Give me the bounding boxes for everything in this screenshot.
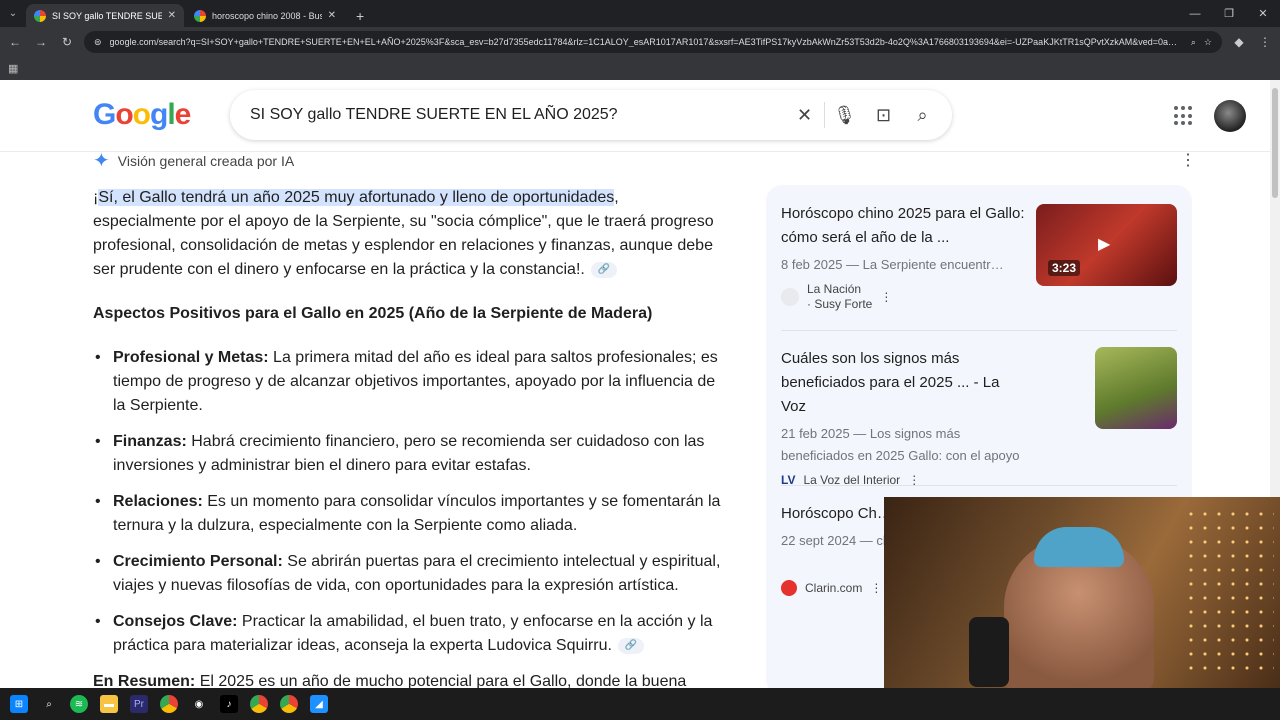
source-snippet: 21 feb 2025 — Los signos más beneficiado… [781,426,1020,463]
article-thumbnail[interactable] [1095,347,1177,429]
apps-grid-icon[interactable]: ▦ [8,62,18,75]
avatar[interactable] [1214,100,1246,132]
link-icon[interactable]: 🔗 [617,637,644,654]
highlighted-answer: Sí, el Gallo tendrá un año 2025 muy afor… [98,189,615,206]
microphone [969,617,1009,687]
forward-icon[interactable]: → [32,35,50,49]
ai-overview-body: ¡Sí, el Gallo tendrá un año 2025 muy afo… [93,186,723,694]
tab-title: SI SOY gallo TENDRE SUERTE E… [52,10,162,21]
tiktok-icon[interactable]: ♪ [220,695,238,713]
list-item: Crecimiento Personal: Se abrirán puertas… [93,550,723,598]
search-icon[interactable]: ⌕ [40,695,58,713]
search-box[interactable]: SI SOY gallo TENDRE SUERTE EN EL AÑO 202… [230,90,952,140]
source-title[interactable]: Cuáles son los signos más beneficiados p… [781,347,1026,419]
close-tab-icon[interactable]: ✕ [328,10,336,21]
site-author: · Susy Forte [807,297,873,311]
item-title: Profesional y Metas: [113,349,269,366]
google-favicon-icon [34,9,46,22]
more-options-icon[interactable]: ⋮ [1180,150,1196,170]
item-title: Relaciones: [113,493,203,510]
google-favicon-icon [194,9,206,22]
window-controls: — ❐ ✕ [1178,0,1280,27]
obs-icon[interactable]: ◉ [190,695,208,713]
search-input[interactable]: SI SOY gallo TENDRE SUERTE EN EL AÑO 202… [250,106,785,124]
file-explorer-icon[interactable]: ▬ [100,695,118,713]
menu-icon[interactable]: ⋮ [1256,35,1274,49]
list-item: Finanzas: Habrá crecimiento financiero, … [93,430,723,478]
source-site: La Nación · Susy Forte ⋮ [781,282,1177,312]
more-options-icon[interactable]: ⋮ [870,581,882,595]
item-text: Es un momento para consolidar vínculos i… [113,493,721,534]
item-title: Consejos Clave: [113,613,238,630]
google-logo[interactable]: Google [93,98,191,132]
list-item: Profesional y Metas: La primera mitad de… [93,346,723,418]
aspects-list: Profesional y Metas: La primera mitad de… [93,346,723,658]
ai-overview-label: Visión general creada por IA [117,152,295,169]
minimize-icon[interactable]: — [1178,8,1212,20]
google-apps-icon[interactable] [1172,104,1196,128]
url-text: google.com/search?q=SI+SOY+gallo+TENDRE+… [109,37,1177,47]
site-name: La Nación [807,282,862,296]
reload-icon[interactable]: ↻ [58,35,76,49]
camera-lens-icon[interactable]: ⊡ [864,100,903,130]
close-window-icon[interactable]: ✕ [1246,7,1280,20]
premiere-icon[interactable]: Pr [130,695,148,713]
windows-start-icon[interactable]: ⊞ [10,695,28,713]
bookmarks-bar: ▦ [0,57,1280,80]
chrome-profile-icon[interactable] [280,695,298,713]
tab-inactive[interactable]: horoscopo chino 2008 - Buscar ✕ [186,4,344,27]
clear-icon[interactable]: ✕ [785,100,824,130]
tab-active[interactable]: SI SOY gallo TENDRE SUERTE E… ✕ [26,4,184,27]
close-tab-icon[interactable]: ✕ [168,10,176,21]
source-card[interactable]: Cuáles son los signos más beneficiados p… [781,347,1177,487]
extensions-icon[interactable]: ◆ [1230,35,1248,49]
new-tab-button[interactable]: + [346,4,374,27]
cap [1034,527,1124,567]
bookmark-star-icon[interactable]: ☆ [1204,37,1212,48]
source-title[interactable]: Horóscopo chino 2025 para el Gallo: cómo… [781,202,1026,250]
list-item: Consejos Clave: Practicar la amabilidad,… [93,610,723,658]
chrome-icon[interactable] [160,695,178,713]
item-text: Habrá crecimiento financiero, pero se re… [113,433,705,474]
video-duration: 3:23 [1048,260,1081,276]
back-icon[interactable]: ← [6,35,24,49]
site-info-icon[interactable]: ⊜ [94,37,102,48]
source-card[interactable]: Horóscopo chino 2025 para el Gallo: cómo… [781,202,1177,312]
play-icon[interactable]: ▶ [1098,234,1110,254]
scrollbar-thumb[interactable] [1272,88,1278,198]
list-item: Relaciones: Es un momento para consolida… [93,490,723,538]
section-heading: Aspectos Positivos para el Gallo en 2025… [93,305,653,322]
ai-overview-header: ✦ Visión general creada por IA [93,148,294,173]
more-options-icon[interactable]: ⋮ [880,290,892,304]
browser-tab-bar: ⌄ SI SOY gallo TENDRE SUERTE E… ✕ horosc… [0,0,1280,27]
google-header: Google SI SOY gallo TENDRE SUERTE EN EL … [0,80,1270,152]
link-icon[interactable]: 🔗 [590,261,617,278]
address-bar[interactable]: ⊜ google.com/search?q=SI+SOY+gallo+TENDR… [84,31,1222,53]
tab-title: horoscopo chino 2008 - Buscar [212,10,322,21]
site-name: Clarin.com [805,581,863,595]
app-icon[interactable]: ◢ [310,695,328,713]
tab-search-icon[interactable]: ⌄ [0,0,26,27]
divider [781,485,1177,486]
browser-toolbar: ← → ↻ ⊜ google.com/search?q=SI+SOY+gallo… [0,27,1280,57]
chrome-active-icon[interactable] [250,695,268,713]
maximize-icon[interactable]: ❐ [1212,7,1246,20]
item-title: Crecimiento Personal: [113,553,283,570]
string-lights [1184,507,1274,677]
clarin-favicon-icon [781,580,797,596]
gemini-sparkle-icon: ✦ [93,150,110,172]
source-snippet: 8 feb 2025 — La Serpiente encuentr… [781,257,1004,272]
la-nacion-favicon-icon [781,288,799,306]
taskbar: ⊞ ⌕ ≋ ▬ Pr ◉ ♪ ◢ [0,688,1280,720]
webcam-overlay [884,497,1280,688]
spotify-icon[interactable]: ≋ [70,695,88,713]
microphone-icon[interactable]: 🎙 [825,100,864,130]
search-icon[interactable]: ⌕ [903,100,942,130]
video-thumbnail[interactable]: ▶ 3:23 [1036,204,1177,286]
item-title: Finanzas: [113,433,187,450]
zoom-icon[interactable]: ⌕ [1191,37,1196,48]
divider [781,330,1177,331]
intro-paragraph: ¡Sí, el Gallo tendrá un año 2025 muy afo… [93,186,723,282]
